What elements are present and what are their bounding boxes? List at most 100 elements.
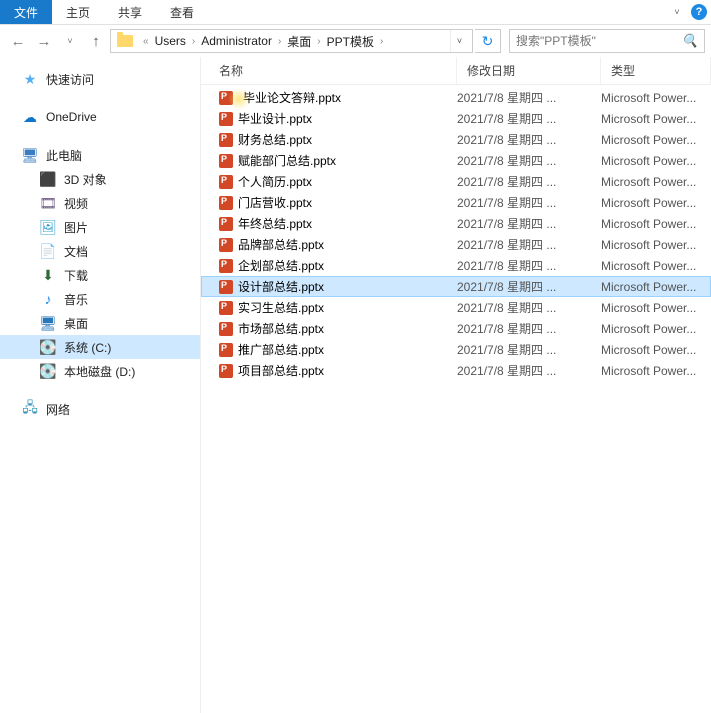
file-modified: 2021/7/8 星期四 ...	[457, 110, 601, 127]
sidebar-item-d-drive[interactable]: 💽本地磁盘 (D:)	[0, 359, 200, 383]
address-dropdown-icon[interactable]: ˅	[450, 30, 468, 52]
powerpoint-icon	[219, 343, 233, 357]
file-type: Microsoft Power...	[601, 154, 711, 168]
file-row[interactable]: 实习生总结.pptx2021/7/8 星期四 ...Microsoft Powe…	[201, 297, 711, 318]
music-icon: ♪	[40, 291, 56, 307]
ribbon-tab-home[interactable]: 主页	[52, 0, 104, 24]
sidebar-item-documents[interactable]: 📄文档	[0, 239, 200, 263]
sidebar-item-pictures[interactable]: 🖼图片	[0, 215, 200, 239]
file-name: 品牌部总结.pptx	[238, 236, 324, 253]
file-name: 门店营收.pptx	[238, 194, 312, 211]
column-header-modified[interactable]: 修改日期	[457, 57, 601, 84]
file-row[interactable]: 市场部总结.pptx2021/7/8 星期四 ...Microsoft Powe…	[201, 318, 711, 339]
file-type: Microsoft Power...	[601, 217, 711, 231]
file-modified: 2021/7/8 星期四 ...	[457, 194, 601, 211]
breadcrumb-admin[interactable]: Administrator	[201, 34, 272, 48]
file-type: Microsoft Power...	[601, 133, 711, 147]
powerpoint-icon	[219, 301, 233, 315]
breadcrumb-users[interactable]: Users	[155, 34, 186, 48]
file-row[interactable]: 年终总结.pptx2021/7/8 星期四 ...Microsoft Power…	[201, 213, 711, 234]
ribbon-file-tab[interactable]: 文件	[0, 0, 52, 24]
powerpoint-icon	[219, 175, 233, 189]
sidebar-item-c-drive[interactable]: 💽 系统 (C:)	[0, 335, 200, 359]
file-name: 项目部总结.pptx	[238, 362, 324, 379]
file-type: Microsoft Power...	[601, 322, 711, 336]
file-row[interactable]: 赋能部门总结.pptx2021/7/8 星期四 ...Microsoft Pow…	[201, 150, 711, 171]
sidebar-label: 3D 对象	[64, 171, 107, 188]
nav-back-button[interactable]: ←	[6, 29, 30, 53]
powerpoint-icon	[219, 133, 233, 147]
file-type: Microsoft Power...	[601, 196, 711, 210]
sidebar-item-music[interactable]: ♪ 音乐	[0, 287, 200, 311]
file-row[interactable]: 设计部总结.pptx2021/7/8 星期四 ...Microsoft Powe…	[201, 276, 711, 297]
sidebar-item-desktop[interactable]: 🖥桌面	[0, 311, 200, 335]
file-type: Microsoft Power...	[601, 301, 711, 315]
nav-up-button[interactable]: ↑	[84, 29, 108, 53]
file-type: Microsoft Power...	[601, 238, 711, 252]
sidebar-quick-access[interactable]: ★ 快速访问	[0, 67, 200, 91]
file-row[interactable]: 项目部总结.pptx2021/7/8 星期四 ...Microsoft Powe…	[201, 360, 711, 381]
chevron-left-icon[interactable]: «	[139, 36, 153, 47]
sidebar-this-pc[interactable]: 🖥 此电脑	[0, 143, 200, 167]
file-list[interactable]: 毕业论文答辩.pptx2021/7/8 星期四 ...Microsoft Pow…	[201, 85, 711, 713]
search-input[interactable]	[516, 34, 682, 48]
pc-icon: 🖥	[22, 147, 38, 163]
file-type: Microsoft Power...	[601, 259, 711, 273]
powerpoint-icon	[219, 238, 233, 252]
sidebar-label: 系统 (C:)	[64, 339, 111, 356]
powerpoint-icon	[219, 322, 233, 336]
sidebar-label: 桌面	[64, 315, 88, 332]
file-row[interactable]: 品牌部总结.pptx2021/7/8 星期四 ...Microsoft Powe…	[201, 234, 711, 255]
chevron-right-icon: ›	[274, 36, 285, 47]
ribbon-tabs: 文件 主页 共享 查看 ˅ ?	[0, 0, 711, 25]
search-box[interactable]: 🔍	[509, 29, 705, 53]
file-modified: 2021/7/8 星期四 ...	[457, 257, 601, 274]
file-name: 实习生总结.pptx	[238, 299, 324, 316]
breadcrumb-desktop[interactable]: 桌面	[287, 33, 311, 50]
column-header-type[interactable]: 类型	[601, 57, 711, 84]
file-row[interactable]: 个人简历.pptx2021/7/8 星期四 ...Microsoft Power…	[201, 171, 711, 192]
ribbon-tab-view[interactable]: 查看	[156, 0, 208, 24]
file-type: Microsoft Power...	[601, 280, 710, 294]
sidebar-network[interactable]: 🖧 网络	[0, 397, 200, 421]
sidebar-label: 下载	[64, 267, 88, 284]
sidebar-item-downloads[interactable]: ⬇下载	[0, 263, 200, 287]
nav-recent-dropdown[interactable]: ˅	[58, 29, 82, 53]
file-modified: 2021/7/8 星期四 ...	[457, 278, 601, 295]
powerpoint-icon	[219, 196, 233, 210]
file-name: 企划部总结.pptx	[238, 257, 324, 274]
sidebar-item-videos[interactable]: 🎞视频	[0, 191, 200, 215]
file-row[interactable]: 推广部总结.pptx2021/7/8 星期四 ...Microsoft Powe…	[201, 339, 711, 360]
chevron-right-icon: ›	[376, 36, 387, 47]
file-row[interactable]: 企划部总结.pptx 2021/7/8 星期四 ...Microsoft Powe…	[201, 255, 711, 276]
video-icon: 🎞	[40, 195, 56, 211]
sidebar-label: 音乐	[64, 291, 88, 308]
refresh-button[interactable]: ↻	[475, 29, 501, 53]
sidebar-label: 此电脑	[46, 147, 82, 164]
ribbon-expand-icon[interactable]: ˅	[667, 0, 687, 24]
file-name: 毕业设计.pptx	[238, 110, 312, 127]
file-type: Microsoft Power...	[601, 343, 711, 357]
help-button[interactable]: ?	[687, 0, 711, 24]
search-icon[interactable]: 🔍	[682, 33, 698, 49]
drive-icon: 💽	[40, 339, 56, 355]
sidebar-item-3d[interactable]: ⬛3D 对象	[0, 167, 200, 191]
network-icon: 🖧	[22, 401, 38, 417]
column-header-name[interactable]: 名称	[201, 57, 457, 84]
file-row[interactable]: 毕业设计.pptx2021/7/8 星期四 ...Microsoft Power…	[201, 108, 711, 129]
file-row[interactable]: 财务总结.pptx2021/7/8 星期四 ...Microsoft Power…	[201, 129, 711, 150]
powerpoint-icon	[219, 112, 233, 126]
sidebar-onedrive[interactable]: ☁ OneDrive	[0, 105, 200, 129]
chevron-right-icon: ›	[313, 36, 324, 47]
sidebar-label: OneDrive	[46, 110, 97, 124]
ribbon-tab-share[interactable]: 共享	[104, 0, 156, 24]
address-bar[interactable]: « Users › Administrator › 桌面 › PPT模板 › ˅	[110, 29, 473, 53]
file-row[interactable]: 毕业论文答辩.pptx2021/7/8 星期四 ...Microsoft Pow…	[201, 87, 711, 108]
navigation-bar: ← → ˅ ↑ « Users › Administrator › 桌面 › P…	[0, 25, 711, 57]
nav-forward-button[interactable]: →	[32, 29, 56, 53]
drive-icon: 💽	[40, 363, 56, 379]
powerpoint-icon	[219, 280, 233, 294]
file-row[interactable]: 门店营收.pptx 2021/7/8 星期四 ...Microsoft Power…	[201, 192, 711, 213]
breadcrumb-current[interactable]: PPT模板	[327, 33, 374, 50]
file-name: 毕业论文答辩.pptx	[243, 89, 341, 106]
